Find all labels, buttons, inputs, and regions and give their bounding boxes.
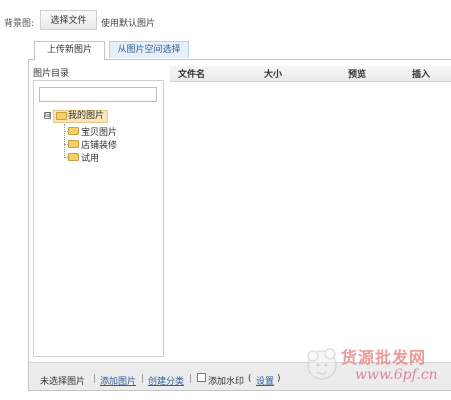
- tree-node-label: 我的图片: [68, 111, 105, 121]
- column-file-name: 文件名: [178, 70, 206, 80]
- tree-node-shop-decoration[interactable]: 店铺装修: [81, 138, 117, 151]
- column-preview: 预览: [348, 70, 367, 80]
- background-label: 背景图:: [4, 19, 35, 29]
- add-watermark-checkbox[interactable]: [197, 373, 206, 382]
- tab-choose-from-image-space[interactable]: 从图片空间选择: [109, 41, 189, 58]
- separator: |: [189, 374, 193, 384]
- separator: |: [141, 374, 145, 384]
- add-watermark-label: 添加水印: [208, 377, 245, 387]
- folder-icon: [68, 127, 79, 135]
- folder-icon: [56, 112, 67, 120]
- settings-paren-close: ): [277, 374, 281, 384]
- settings-paren-open: (: [248, 374, 252, 384]
- tab-upload-new-image[interactable]: 上传新图片: [34, 41, 105, 60]
- column-size: 大小: [264, 70, 283, 80]
- tree-connector: [64, 124, 65, 158]
- directory-title: 图片目录: [33, 69, 70, 79]
- choose-file-button[interactable]: 选择文件: [40, 10, 97, 30]
- use-default-image-link[interactable]: 使用默认图片: [101, 16, 155, 29]
- folder-icon: [68, 140, 79, 148]
- watermark-settings-link[interactable]: 设置: [256, 374, 274, 387]
- tree-node-trial[interactable]: 试用: [81, 151, 99, 164]
- separator: |: [93, 374, 97, 384]
- collapse-toggle-icon[interactable]: ⊟: [44, 112, 51, 119]
- tree-node-baby-images[interactable]: 宝贝图片: [81, 125, 117, 138]
- watermark-url-text: www.6pf.cn: [355, 367, 438, 383]
- watermark-brand-text: 货源批发网: [341, 348, 427, 367]
- create-category-link[interactable]: 创建分类: [148, 374, 184, 387]
- selection-status: 未选择图片: [40, 377, 86, 387]
- add-image-link[interactable]: 添加图片: [100, 374, 136, 387]
- directory-search-input[interactable]: [39, 87, 157, 102]
- column-insert: 插入: [412, 70, 431, 80]
- folder-icon: [68, 153, 79, 161]
- file-table-header: [170, 66, 451, 82]
